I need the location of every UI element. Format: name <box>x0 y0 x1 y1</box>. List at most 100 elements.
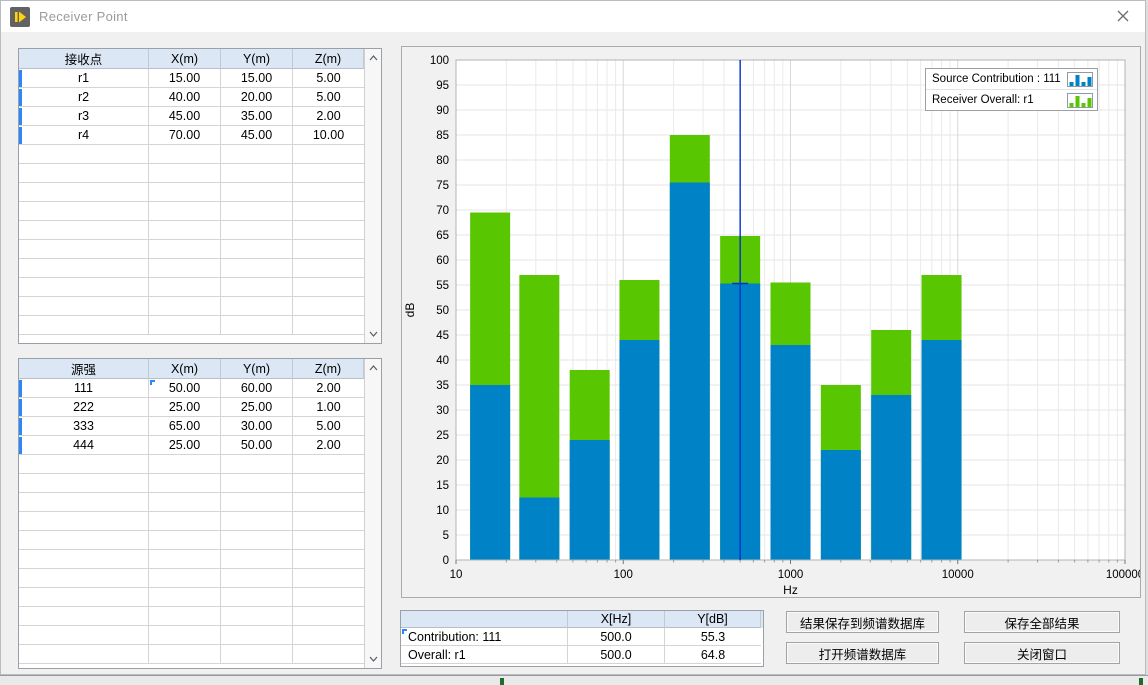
table-cell[interactable] <box>149 474 221 493</box>
table-cell[interactable]: 444 <box>19 436 149 455</box>
table-cell[interactable] <box>19 569 149 588</box>
legend-item-overall[interactable]: Receiver Overall: r1 <box>926 89 1097 110</box>
table-cell[interactable]: 500.0 <box>568 646 665 664</box>
table-cell[interactable] <box>221 183 293 202</box>
table-cell[interactable] <box>293 607 364 626</box>
table-cell[interactable] <box>19 202 149 221</box>
save-to-spectrum-db-button[interactable]: 结果保存到频谱数据库 <box>786 611 939 633</box>
table-cell[interactable]: 45.00 <box>221 126 293 145</box>
table-cell[interactable] <box>149 259 221 278</box>
table-cell[interactable] <box>149 588 221 607</box>
table-cell[interactable]: 64.8 <box>665 646 761 664</box>
table-cell[interactable] <box>149 145 221 164</box>
table-cell[interactable] <box>19 316 149 335</box>
table-cell[interactable] <box>19 297 149 316</box>
table-cell[interactable]: Overall: r1 <box>401 646 568 664</box>
legend-item-contribution[interactable]: Source Contribution : 111 <box>926 69 1097 89</box>
table-cell[interactable]: 500.0 <box>568 628 665 646</box>
table-cell[interactable] <box>19 240 149 259</box>
table-cell[interactable] <box>293 221 364 240</box>
table-cell[interactable] <box>19 455 149 474</box>
table-cell[interactable] <box>293 512 364 531</box>
table-cell[interactable] <box>19 164 149 183</box>
table-cell[interactable]: 25.00 <box>149 398 221 417</box>
table-cell[interactable] <box>221 474 293 493</box>
table-cell[interactable] <box>19 259 149 278</box>
table-cell[interactable]: Contribution: 111 <box>401 628 568 646</box>
table-cell[interactable]: r2 <box>19 88 149 107</box>
table-cell[interactable]: 1.00 <box>293 398 364 417</box>
table-cell[interactable]: r1 <box>19 69 149 88</box>
table-cell[interactable]: 25.00 <box>221 398 293 417</box>
table-cell[interactable] <box>293 183 364 202</box>
table-cell[interactable] <box>19 474 149 493</box>
save-all-results-button[interactable]: 保存全部结果 <box>964 611 1120 633</box>
table-cell[interactable] <box>149 202 221 221</box>
table-cell[interactable] <box>293 455 364 474</box>
table-cell[interactable] <box>149 164 221 183</box>
table-cell[interactable] <box>149 240 221 259</box>
table-cell[interactable]: 55.3 <box>665 628 761 646</box>
table-cell[interactable] <box>221 569 293 588</box>
table-cell[interactable]: 70.00 <box>149 126 221 145</box>
table-cell[interactable] <box>221 316 293 335</box>
table-cell[interactable] <box>221 512 293 531</box>
table-cell[interactable] <box>149 278 221 297</box>
table-cell[interactable] <box>149 607 221 626</box>
table-cell[interactable]: 10.00 <box>293 126 364 145</box>
table-cell[interactable] <box>19 221 149 240</box>
table-cell[interactable] <box>19 278 149 297</box>
table-cell[interactable] <box>149 455 221 474</box>
table-cell[interactable] <box>221 588 293 607</box>
table-cell[interactable] <box>221 455 293 474</box>
table-cell[interactable]: 2.00 <box>293 107 364 126</box>
table-cell[interactable] <box>293 474 364 493</box>
table-cell[interactable]: r4 <box>19 126 149 145</box>
table-cell[interactable]: 5.00 <box>293 88 364 107</box>
table-cell[interactable]: 50.00 <box>149 379 221 398</box>
table-cell[interactable] <box>221 145 293 164</box>
table-cell[interactable] <box>293 550 364 569</box>
table-cell[interactable] <box>221 645 293 664</box>
spectrum-bar-chart[interactable]: 0510152025303540455055606570758085909510… <box>402 47 1140 597</box>
table-cell[interactable]: 35.00 <box>221 107 293 126</box>
table-cell[interactable] <box>293 588 364 607</box>
table-cell[interactable]: 25.00 <box>149 436 221 455</box>
table-cell[interactable] <box>221 493 293 512</box>
table-cell[interactable] <box>19 645 149 664</box>
table-cell[interactable] <box>293 316 364 335</box>
table-cell[interactable] <box>221 202 293 221</box>
table-cell[interactable]: 2.00 <box>293 436 364 455</box>
table-cell[interactable] <box>293 202 364 221</box>
table-cell[interactable] <box>293 297 364 316</box>
source-table-scrollbar[interactable] <box>364 359 381 668</box>
scroll-down-icon[interactable] <box>365 326 381 342</box>
table-cell[interactable] <box>149 493 221 512</box>
table-cell[interactable] <box>149 221 221 240</box>
table-cell[interactable] <box>221 221 293 240</box>
open-spectrum-db-button[interactable]: 打开频谱数据库 <box>786 642 939 664</box>
table-cell[interactable] <box>293 145 364 164</box>
table-cell[interactable] <box>19 145 149 164</box>
receiver-table-scrollbar[interactable] <box>364 49 381 343</box>
table-cell[interactable] <box>19 531 149 550</box>
table-cell[interactable]: r3 <box>19 107 149 126</box>
table-cell[interactable]: 2.00 <box>293 379 364 398</box>
table-cell[interactable]: 5.00 <box>293 69 364 88</box>
table-cell[interactable] <box>149 645 221 664</box>
table-cell[interactable]: 40.00 <box>149 88 221 107</box>
chart-legend[interactable]: Source Contribution : 111 Receiver Overa… <box>925 68 1098 111</box>
table-cell[interactable] <box>293 645 364 664</box>
table-cell[interactable] <box>221 297 293 316</box>
table-cell[interactable] <box>149 512 221 531</box>
scroll-up-icon[interactable] <box>365 360 381 376</box>
table-cell[interactable] <box>293 531 364 550</box>
table-cell[interactable]: 50.00 <box>221 436 293 455</box>
table-cell[interactable]: 111 <box>19 379 149 398</box>
table-cell[interactable] <box>221 626 293 645</box>
table-cell[interactable] <box>221 531 293 550</box>
table-cell[interactable] <box>221 550 293 569</box>
table-cell[interactable] <box>293 278 364 297</box>
table-cell[interactable] <box>221 240 293 259</box>
table-cell[interactable] <box>149 626 221 645</box>
